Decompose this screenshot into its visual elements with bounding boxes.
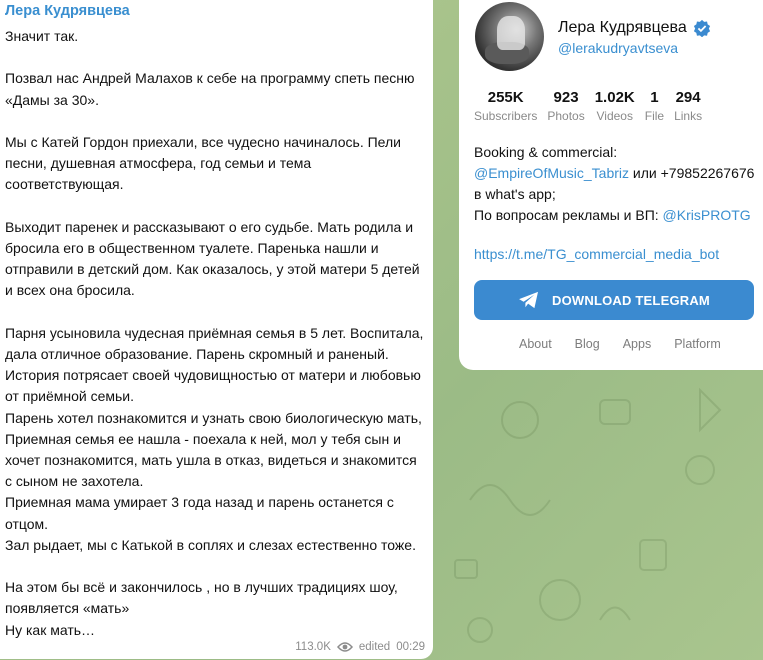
message-meta: 113.0K edited 00:29 [295, 641, 425, 653]
message-author[interactable]: Лера Кудрявцева [5, 2, 425, 20]
message-line: Парень хотел познакомится и узнать свою … [5, 409, 422, 490]
view-count: 113.0K [295, 641, 331, 653]
message-line: Приемная мама умирает 3 года назад и пар… [5, 494, 394, 532]
ads-contact-link[interactable]: @KrisPROTG [663, 207, 751, 223]
message-line: История потрясает своей чудовищностью от… [5, 367, 421, 405]
booking-link[interactable]: @EmpireOfMusic_Tabriz [474, 165, 629, 181]
stat-files[interactable]: 1 File [645, 89, 664, 125]
verified-badge-icon [693, 19, 710, 37]
channel-description: Booking & commercial: @EmpireOfMusic_Tab… [474, 144, 755, 223]
channel-handle[interactable]: @lerakudryavtseva [558, 40, 678, 56]
eye-icon [336, 642, 353, 652]
edited-label: edited [358, 641, 391, 653]
download-telegram-label: DOWNLOAD TELEGRAM [552, 292, 710, 308]
channel-url-link[interactable]: https://t.me/TG_commercial_media_bot [474, 246, 719, 262]
footer-link-platform[interactable]: Platform [674, 337, 721, 351]
message-line: Зал рыдает, мы с Катькой в соплях и слез… [5, 536, 416, 553]
message-line: Ну как мать… [5, 621, 96, 638]
stat-photos[interactable]: 923 Photos [547, 89, 584, 125]
message-line: Значит так. [5, 28, 79, 44]
channel-stats: 255K Subscribers 923 Photos 1.02K Videos… [474, 89, 712, 125]
telegram-plane-icon [519, 291, 539, 309]
stat-subscribers: 255K Subscribers [474, 89, 538, 123]
message-line: Позвал нас Андрей Малахов к себе на прог… [5, 70, 415, 108]
footer-links: About Blog Apps Platform [519, 337, 744, 351]
message-line: Выходит паренек и рассказывают о его суд… [5, 218, 420, 299]
channel-avatar[interactable] [475, 2, 544, 71]
channel-name: Лера Кудрявцева [558, 19, 711, 37]
message-line: Парня усыновила чудесная приёмная семья … [5, 324, 424, 362]
message-line: Мы с Катей Гордон приехали, все чудесно … [5, 133, 401, 193]
message-text: Значит так. Позвал нас Андрей Малахов к … [5, 26, 425, 641]
footer-link-about[interactable]: About [519, 337, 552, 351]
stat-links[interactable]: 294 Links [674, 89, 702, 125]
footer-link-blog[interactable]: Blog [575, 337, 600, 351]
message-time: 00:29 [396, 641, 425, 653]
download-telegram-button[interactable]: DOWNLOAD TELEGRAM [474, 280, 754, 320]
channel-info-card: Лера Кудрявцева @lerakudryavtseva 255K S… [459, 0, 763, 370]
footer-link-apps[interactable]: Apps [623, 337, 652, 351]
message-line: На этом бы всё и закончилось , но в лучш… [5, 579, 398, 617]
stat-videos[interactable]: 1.02K Videos [595, 89, 635, 125]
message-bubble: Лера Кудрявцева Значит так. Позвал нас А… [0, 0, 433, 659]
channel-name-text: Лера Кудрявцева [558, 19, 687, 36]
